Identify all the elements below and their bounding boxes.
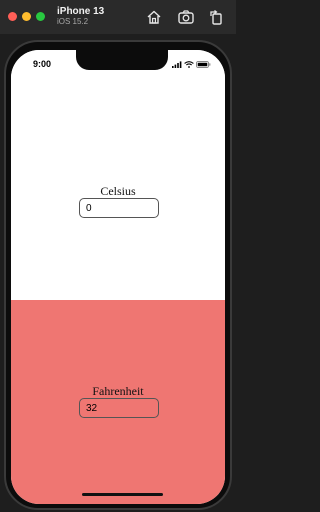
- status-icons: [172, 59, 211, 69]
- wifi-icon: [184, 55, 194, 73]
- celsius-label: Celsius: [100, 184, 136, 198]
- home-icon: [147, 10, 161, 24]
- rotate-button[interactable]: [207, 8, 225, 26]
- home-button[interactable]: [145, 8, 163, 26]
- rotate-icon: [210, 10, 222, 25]
- fahrenheit-input[interactable]: [79, 398, 159, 418]
- fahrenheit-label: Fahrenheit: [92, 384, 144, 398]
- notch: [76, 50, 168, 70]
- home-indicator[interactable]: [82, 493, 163, 496]
- cellular-icon: [172, 55, 182, 73]
- zoom-window-button[interactable]: [36, 12, 45, 21]
- status-time: 9:00: [33, 59, 52, 69]
- minimize-window-button[interactable]: [22, 12, 31, 21]
- os-version: iOS 15.2: [57, 17, 89, 26]
- fahrenheit-section: Fahrenheit: [11, 300, 225, 504]
- celsius-input[interactable]: [79, 198, 159, 218]
- app-screen: Celsius Fahrenheit 9:00: [11, 50, 225, 504]
- celsius-section: Celsius: [11, 50, 225, 300]
- battery-icon: [196, 55, 211, 73]
- close-window-button[interactable]: [8, 12, 17, 21]
- screenshot-button[interactable]: [177, 8, 195, 26]
- screenshot-camera-icon: [178, 10, 194, 24]
- simulator-title-bar: iPhone 13 iOS 15.2: [0, 0, 236, 34]
